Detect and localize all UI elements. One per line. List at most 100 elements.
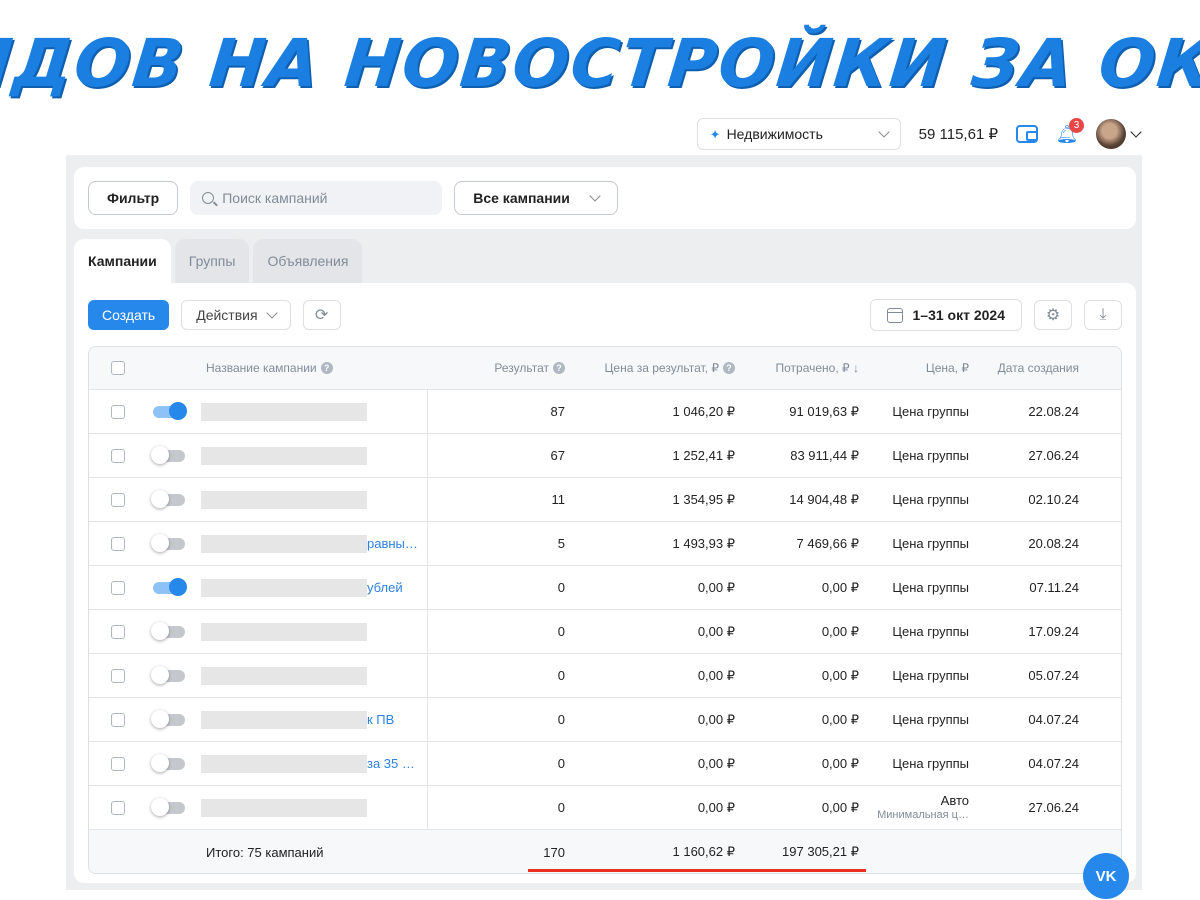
table-row[interactable]: равны… 5 1 493,93 ₽ 7 469,66 ₽ Цена группы 20… (89, 522, 1121, 566)
campaign-status-toggle[interactable] (151, 489, 185, 508)
campaigns-content: Создать Действия ⟳ 1–31 окт 2024 ⚙ ⤓ Наз… (74, 283, 1136, 883)
table-row[interactable]: 67 1 252,41 ₽ 83 911,44 ₽ Цена группы 27.06.… (89, 434, 1121, 478)
header-result[interactable]: Результат? (449, 347, 565, 389)
wallet-icon[interactable] (1016, 125, 1038, 143)
campaign-name-cell[interactable] (201, 654, 423, 697)
row-checkbox[interactable] (111, 800, 125, 815)
help-icon[interactable]: ? (553, 362, 565, 374)
promo-headline: 170 ЛИДОВ НА НОВОСТРОЙКИ ЗА ОКТЯБРЬ (0, 18, 1200, 108)
created-date-value: 20.08.24 (1028, 536, 1079, 551)
price-type-value: Цена группы (892, 448, 969, 463)
table-row[interactable]: за 35 … 0 0,00 ₽ 0,00 ₽ Цена группы 04.07.24 (89, 742, 1121, 786)
price-per-result-value: 0,00 ₽ (697, 711, 735, 727)
download-button[interactable]: ⤓ (1084, 300, 1122, 330)
table-body: 87 1 046,20 ₽ 91 019,63 ₽ Цена группы 22.08.… (89, 390, 1121, 830)
campaign-status-toggle[interactable] (151, 709, 185, 728)
campaign-name-cell[interactable]: за 35 … (201, 742, 423, 785)
table-row[interactable]: к ПВ 0 0,00 ₽ 0,00 ₽ Цена группы 04.07.24 (89, 698, 1121, 742)
redacted-name (201, 446, 367, 465)
spent-value: 0,00 ₽ (821, 755, 859, 771)
result-value: 0 (557, 580, 565, 595)
campaign-name-link[interactable]: ублей (367, 580, 403, 595)
cabinet-select[interactable]: ✦ Недвижимость (696, 118, 901, 150)
campaign-name-link[interactable]: к ПВ (367, 712, 394, 727)
select-all-checkbox[interactable] (111, 361, 125, 375)
help-icon[interactable]: ? (723, 362, 735, 374)
redacted-name (201, 710, 367, 729)
help-icon[interactable]: ? (320, 362, 333, 374)
row-toggle-cell (151, 654, 185, 697)
campaign-name-cell[interactable]: к ПВ (201, 698, 423, 741)
spent-value: 0,00 ₽ (821, 623, 859, 639)
campaigns-filter-select[interactable]: Все кампании (454, 181, 619, 215)
campaigns-table: Название кампании? Результат? Цена за ре… (88, 346, 1122, 874)
campaign-status-toggle[interactable] (151, 665, 185, 684)
row-checkbox[interactable] (111, 404, 125, 419)
tab-groups[interactable]: Группы (174, 239, 250, 283)
row-check-cell (111, 610, 125, 653)
campaign-name-link[interactable]: равны… (367, 536, 418, 551)
search-box[interactable] (190, 181, 443, 215)
tab-campaigns[interactable]: Кампании (74, 239, 171, 283)
profile-menu[interactable] (1096, 119, 1142, 149)
search-input[interactable] (222, 190, 423, 206)
header-name[interactable]: Название кампании? (206, 347, 428, 389)
table-toolbar: Создать Действия ⟳ 1–31 окт 2024 ⚙ ⤓ (88, 299, 1122, 331)
row-checkbox[interactable] (111, 624, 125, 639)
date-range-picker[interactable]: 1–31 окт 2024 (869, 299, 1022, 331)
settings-button[interactable]: ⚙ (1034, 300, 1072, 330)
row-checkbox[interactable] (111, 712, 125, 727)
actions-dropdown[interactable]: Действия (181, 300, 291, 330)
campaign-name-link[interactable]: за 35 … (367, 756, 415, 771)
header-spent[interactable]: Потрачено, ₽ ↓ (749, 347, 859, 389)
redacted-name (201, 534, 367, 553)
refresh-button[interactable]: ⟳ (302, 300, 341, 330)
row-check-cell (111, 566, 125, 609)
campaign-name-cell[interactable] (201, 478, 423, 521)
search-icon (202, 192, 215, 204)
campaign-status-toggle[interactable] (151, 621, 185, 640)
table-row[interactable]: 87 1 046,20 ₽ 91 019,63 ₽ Цена группы 22.08.… (89, 390, 1121, 434)
row-checkbox[interactable] (111, 536, 125, 551)
campaign-status-toggle[interactable] (151, 797, 185, 816)
campaign-name-cell[interactable] (201, 610, 423, 653)
row-toggle-cell (153, 390, 187, 433)
table-row[interactable]: 0 0,00 ₽ 0,00 ₽ Авто Минимальная ц… 27.06.24 (89, 786, 1121, 830)
result-value: 5 (557, 536, 565, 551)
row-checkbox[interactable] (111, 756, 125, 771)
row-checkbox[interactable] (111, 448, 125, 463)
table-row[interactable]: ублей 0 0,00 ₽ 0,00 ₽ Цена группы 07.11.24 (89, 566, 1121, 610)
filter-button[interactable]: Фильтр (88, 181, 179, 215)
vk-chat-button[interactable]: VK (1083, 853, 1129, 899)
redacted-name (201, 666, 367, 685)
campaign-status-toggle[interactable] (153, 401, 187, 420)
row-check-cell (111, 434, 125, 477)
row-checkbox[interactable] (111, 492, 125, 507)
row-checkbox[interactable] (111, 580, 125, 595)
campaign-name-cell[interactable]: ублей (201, 566, 423, 609)
campaign-name-cell[interactable] (201, 390, 423, 433)
select-all-cell (111, 347, 125, 389)
header-price-per-result[interactable]: Цена за результат, ₽? (579, 347, 735, 389)
campaign-status-toggle[interactable] (153, 577, 187, 596)
campaign-name-cell[interactable] (201, 786, 423, 829)
spent-value: 83 911,44 ₽ (790, 447, 859, 463)
header-created[interactable]: Дата создания (989, 347, 1079, 389)
gear-icon: ⚙ (1045, 307, 1061, 324)
campaign-status-toggle[interactable] (151, 753, 185, 772)
redacted-name (201, 490, 367, 509)
row-checkbox[interactable] (111, 668, 125, 683)
redacted-name (201, 798, 367, 817)
row-check-cell (111, 786, 125, 829)
tab-ads[interactable]: Объявления (253, 239, 363, 283)
campaign-status-toggle[interactable] (151, 533, 185, 552)
campaign-name-cell[interactable]: равны… (201, 522, 423, 565)
table-row[interactable]: 0 0,00 ₽ 0,00 ₽ Цена группы 05.07.24 (89, 654, 1121, 698)
campaign-status-toggle[interactable] (151, 445, 185, 464)
campaign-name-cell[interactable] (201, 434, 423, 477)
header-price[interactable]: Цена, ₽ (869, 347, 969, 389)
notifications-button[interactable]: 🔔︎ 3 (1056, 118, 1084, 145)
table-row[interactable]: 11 1 354,95 ₽ 14 904,48 ₽ Цена группы 02.10.… (89, 478, 1121, 522)
create-button[interactable]: Создать (88, 300, 170, 330)
table-row[interactable]: 0 0,00 ₽ 0,00 ₽ Цена группы 17.09.24 (89, 610, 1121, 654)
